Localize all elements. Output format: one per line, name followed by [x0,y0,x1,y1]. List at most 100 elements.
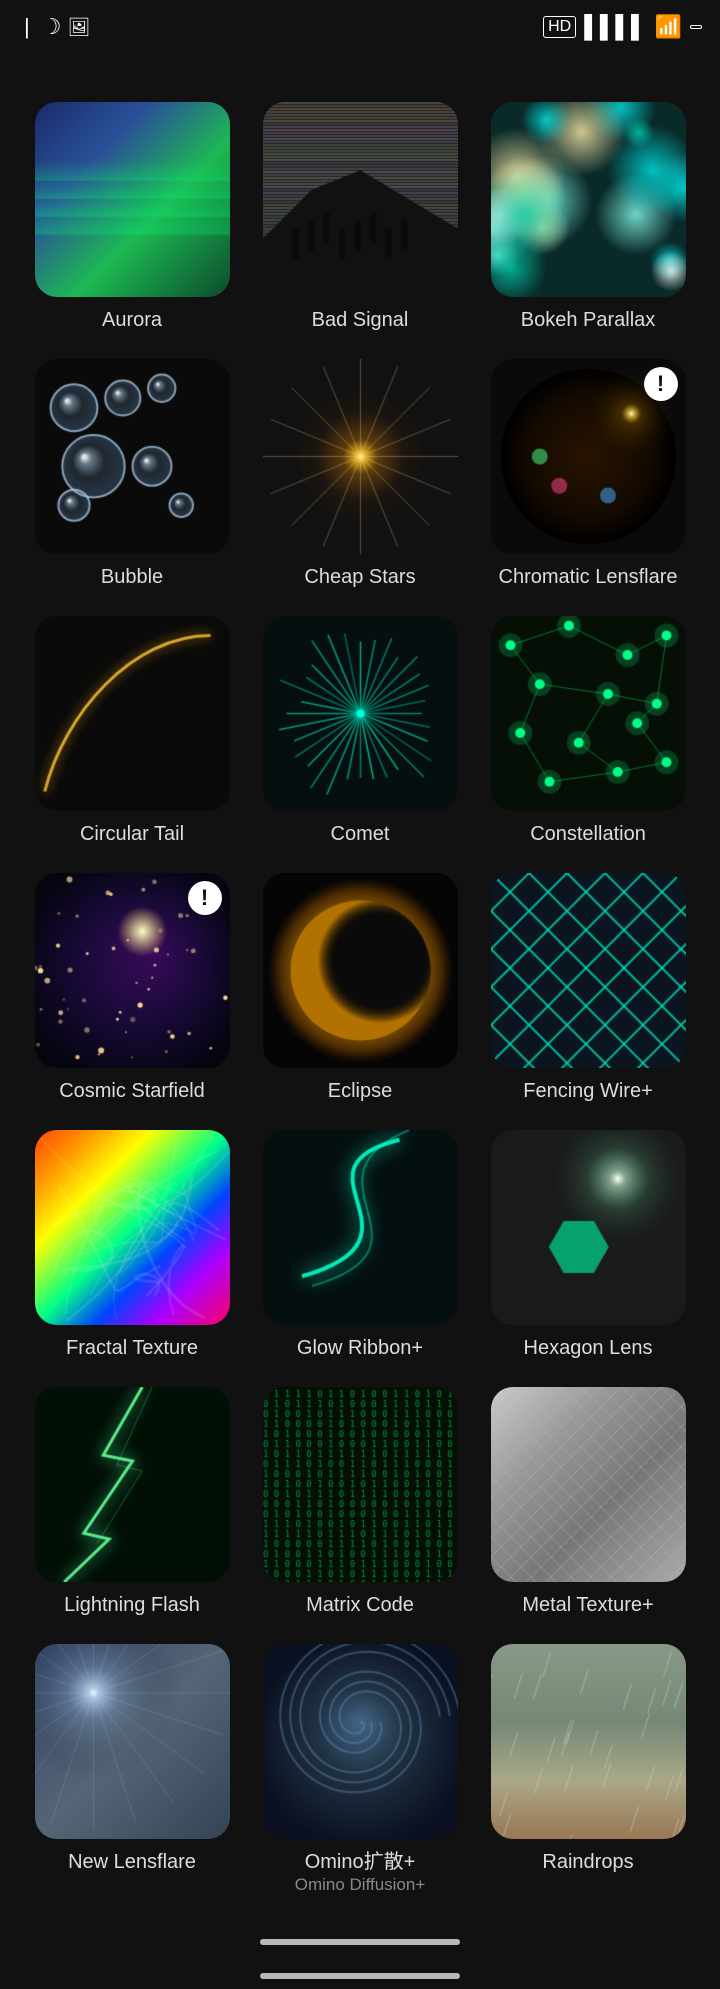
label-cheap-stars: Cheap Stars [304,564,415,590]
thumb-new-lensflare [35,1644,230,1839]
status-left: | ☽ 🖼 [18,14,90,40]
grid-item-bokeh-parallax[interactable]: Bokeh Parallax [474,92,702,349]
grid-item-bubble[interactable]: Bubble [18,349,246,606]
status-bar: | ☽ 🖼 HD ▌▌▌▌ 📶 [0,0,720,54]
thumb-chromatic-lensflare: ! [491,359,686,554]
thumb-circular-tail [35,616,230,811]
thumb-lightning-flash [35,1387,230,1582]
grid-item-lightning-flash[interactable]: Lightning Flash [18,1377,246,1634]
page-header [0,54,720,82]
canvas-metal-texture [491,1387,686,1582]
label-comet: Comet [331,821,390,847]
thumb-bad-signal [263,102,458,297]
moon-icon: ☽ [42,14,62,40]
battery-icon [690,25,702,29]
thumb-glow-ribbon [263,1130,458,1325]
label-glow-ribbon: Glow Ribbon+ [297,1335,423,1361]
grid-item-bad-signal[interactable]: Bad Signal [246,92,474,349]
nfc-icon: 🖼 [67,17,90,38]
thumb-fractal-texture [35,1130,230,1325]
thumb-hexagon-lens [491,1130,686,1325]
label-aurora: Aurora [102,307,162,333]
label-bad-signal: Bad Signal [312,307,409,333]
label-chromatic-lensflare: Chromatic Lensflare [499,564,678,590]
canvas-hexagon-lens [491,1130,686,1325]
grid-item-fencing-wire[interactable]: Fencing Wire+ [474,863,702,1120]
label-matrix-code: Matrix Code [306,1592,414,1618]
thumb-matrix-code [263,1387,458,1582]
grid-item-raindrops[interactable]: Raindrops [474,1634,702,1911]
label-new-lensflare: New Lensflare [68,1849,196,1875]
label-cosmic-starfield: Cosmic Starfield [59,1078,205,1104]
canvas-bad-signal [263,102,458,297]
thumb-bokeh-parallax [491,102,686,297]
thumb-cosmic-starfield: ! [35,873,230,1068]
canvas-glow-ribbon [263,1130,458,1325]
effects-grid: Aurora Bad Signal Bokeh Parallax Bubble Chea… [0,82,720,1921]
thumb-omino [263,1644,458,1839]
label-fencing-wire: Fencing Wire+ [523,1078,653,1104]
canvas-comet [263,616,458,811]
canvas-lightning-flash [35,1387,230,1582]
label-circular-tail: Circular Tail [80,821,184,847]
label-metal-texture: Metal Texture+ [522,1592,653,1618]
grid-item-circular-tail[interactable]: Circular Tail [18,606,246,863]
label-lightning-flash: Lightning Flash [64,1592,200,1618]
grid-item-matrix-code[interactable]: Matrix Code [246,1377,474,1634]
canvas-bokeh-parallax [491,102,686,297]
label-eclipse: Eclipse [328,1078,392,1104]
canvas-cheap-stars [263,359,458,554]
grid-item-constellation[interactable]: Constellation [474,606,702,863]
canvas-bubble [35,359,230,554]
canvas-eclipse [263,873,458,1068]
label-omino: Omino扩散+ [305,1849,416,1875]
wifi-icon: 📶 [655,14,682,40]
thumb-cheap-stars [263,359,458,554]
grid-item-comet[interactable]: Comet [246,606,474,863]
thumb-aurora [35,102,230,297]
grid-item-fractal-texture[interactable]: Fractal Texture [18,1120,246,1377]
status-right: HD ▌▌▌▌ 📶 [543,14,702,40]
hd-label: HD [543,16,576,38]
canvas-fractal-texture [35,1130,230,1325]
badge-chromatic-lensflare: ! [644,367,678,401]
grid-item-hexagon-lens[interactable]: Hexagon Lens [474,1120,702,1377]
canvas-omino [263,1644,458,1839]
canvas-matrix-code [263,1387,458,1582]
label-bokeh-parallax: Bokeh Parallax [521,307,656,333]
grid-item-cosmic-starfield[interactable]: ! Cosmic Starfield [18,863,246,1120]
canvas-raindrops [491,1644,686,1839]
grid-item-omino[interactable]: Omino扩散+Omino Diffusion+ [246,1634,474,1911]
canvas-fencing-wire [491,873,686,1068]
thumb-fencing-wire [491,873,686,1068]
home-indicator-container [0,1921,720,1955]
signal-icon: ▌▌▌▌ [584,14,646,40]
network-speed: | [24,14,30,40]
label-constellation: Constellation [530,821,646,847]
thumb-eclipse [263,873,458,1068]
thumb-constellation [491,616,686,811]
grid-item-metal-texture[interactable]: Metal Texture+ [474,1377,702,1634]
home-indicator-bar [260,1939,460,1945]
thumb-raindrops [491,1644,686,1839]
label-hexagon-lens: Hexagon Lens [524,1335,653,1361]
label-fractal-texture: Fractal Texture [66,1335,198,1361]
label-raindrops: Raindrops [542,1849,633,1875]
home-indicator-container [0,1955,720,1989]
grid-item-eclipse[interactable]: Eclipse [246,863,474,1120]
badge-cosmic-starfield: ! [188,881,222,915]
grid-item-cheap-stars[interactable]: Cheap Stars [246,349,474,606]
thumb-comet [263,616,458,811]
grid-item-glow-ribbon[interactable]: Glow Ribbon+ [246,1120,474,1377]
canvas-circular-tail [35,616,230,811]
canvas-constellation [491,616,686,811]
thumb-bubble [35,359,230,554]
label-bubble: Bubble [101,564,163,590]
sublabel-omino: Omino Diffusion+ [295,1875,426,1895]
canvas-aurora [35,102,230,297]
grid-item-chromatic-lensflare[interactable]: ! Chromatic Lensflare [474,349,702,606]
thumb-metal-texture [491,1387,686,1582]
grid-item-aurora[interactable]: Aurora [18,92,246,349]
grid-item-new-lensflare[interactable]: New Lensflare [18,1634,246,1911]
home-indicator-bar [260,1973,460,1979]
